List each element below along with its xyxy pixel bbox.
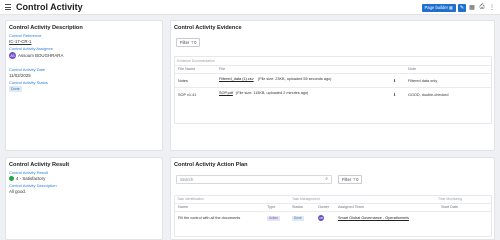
action-plan-card: Control Activity Action Plan Search ⌕ Fi… (170, 157, 495, 240)
evidence-filter-button[interactable]: Filter ⊤0 (176, 38, 201, 47)
edit-icon[interactable]: ✎ (458, 3, 466, 12)
control-reference-label: Control Reference (9, 33, 42, 38)
column-header-type[interactable]: Type (267, 205, 275, 209)
status-badge: Done (292, 216, 304, 221)
column-header-start-date[interactable]: Start Date (441, 205, 458, 209)
page-builder-label: Page builder (424, 5, 449, 10)
evidence-table: Evidence Documentation File Name File No… (174, 56, 492, 124)
column-header-file[interactable]: File (219, 67, 225, 71)
assignee-value: Assoum BOUGHRARA (18, 53, 64, 58)
type-badge: Action (267, 216, 280, 221)
top-bar: Control Activity Page builder ▦ ✎ ▦ ⎙ ⋮ (0, 0, 500, 15)
group-header: Time Monitoring (438, 197, 463, 201)
toolbar: Page builder ▦ ✎ ▦ ⎙ ⋮ (421, 3, 496, 12)
search-placeholder: Search (180, 177, 194, 182)
filter-count: 0 (356, 177, 359, 182)
assignee-label: Control Activity Assignee (9, 46, 53, 51)
action-plan-title: Control Activity Action Plan (174, 162, 248, 168)
column-header-owner[interactable]: Owner (318, 205, 329, 209)
result-value: 4 - Satisfactory (16, 176, 46, 181)
avatar: AB (9, 52, 16, 59)
filter-count: 0 (194, 40, 197, 45)
task-name-cell: Fill the control with all the documents (178, 216, 241, 220)
control-reference-value[interactable]: IC-17-CR-1 (9, 39, 31, 44)
menu-icon[interactable] (5, 4, 11, 10)
status-label: Control Activity Status (9, 80, 48, 85)
file-meta: (File size: 115KB, uploaded 2 minutes ag… (236, 91, 309, 95)
date-label: Control Activity Date (9, 67, 46, 72)
status-badge: Done (9, 86, 22, 92)
column-header-status[interactable]: Status (292, 205, 303, 209)
column-header-name[interactable]: Name (178, 205, 188, 209)
more-icon[interactable]: ⋮ (488, 4, 496, 12)
grid-icon[interactable]: ▦ (468, 4, 476, 12)
note-cell: GOOD, double-checked (408, 93, 449, 97)
date-value: 11/02/2025 (9, 73, 31, 78)
evidence-card: Control Activity Evidence Filter ⊤0 Evid… (170, 20, 495, 151)
print-icon[interactable]: ⎙ (478, 4, 486, 12)
result-card: Control Activity Result Control Activity… (5, 157, 163, 240)
file-link[interactable]: SOP.pdf (219, 91, 233, 95)
result-status-icon (9, 176, 14, 181)
assigned-team-link[interactable]: Smart Global Governance - Operationnels (338, 216, 409, 220)
file-name-cell: SOP v1.41 (178, 93, 197, 97)
result-label: Control Activity Result (9, 170, 48, 175)
description-value: All good. (9, 189, 27, 194)
description-title: Control Activity Description (9, 25, 83, 31)
note-cell: Filtered data only (408, 79, 438, 83)
group-header: Task Management (292, 197, 320, 201)
action-plan-filter-button[interactable]: Filter ⊤0 (338, 175, 363, 184)
file-link[interactable]: Filtered_data (1).csv (219, 77, 254, 81)
download-icon[interactable]: ⬇ (392, 92, 397, 97)
description-label: Control Activity Description (9, 183, 57, 188)
avatar: AB (318, 215, 324, 221)
page-builder-icon: ▦ (449, 5, 453, 10)
filter-label: Filter (180, 40, 190, 45)
description-card: Control Activity Description Control Ref… (5, 20, 163, 151)
column-header-note[interactable]: Note (408, 67, 416, 71)
page-title: Control Activity (16, 2, 83, 12)
column-header-file-name[interactable]: File Name (178, 67, 195, 71)
filter-label: Filter (342, 177, 352, 182)
page-builder-button[interactable]: Page builder ▦ (421, 3, 456, 12)
file-meta: (File size: 23KB, uploaded 55 seconds ag… (258, 77, 332, 81)
action-plan-table: Task Identification Task Management Time… (174, 195, 492, 237)
group-header: Task Identification (177, 197, 204, 201)
evidence-title: Control Activity Evidence (174, 25, 242, 31)
column-header-assigned-team[interactable]: Assigned Team (338, 205, 364, 209)
search-icon: ⌕ (325, 176, 328, 182)
result-title: Control Activity Result (9, 162, 70, 168)
download-icon[interactable]: ⬇ (392, 78, 397, 83)
file-name-cell: Notes (178, 79, 188, 83)
group-header: Evidence Documentation (177, 59, 215, 63)
search-input[interactable]: Search ⌕ (176, 175, 332, 184)
